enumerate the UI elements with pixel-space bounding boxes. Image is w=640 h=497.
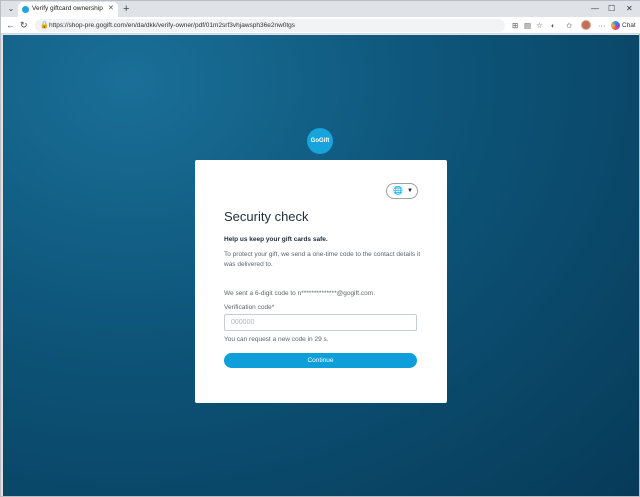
more-menu-icon[interactable]: ··· [598,21,606,30]
tab-verify-giftcard[interactable]: Verify giftcard ownership ✕ [18,2,118,17]
new-tab-icon[interactable]: + [123,3,129,15]
app-available-icon[interactable]: ⊞ [512,21,518,30]
favorites-icon[interactable]: ✩ [566,21,572,30]
favicon-icon [22,6,29,13]
page-background: GoGift 🌐 ▼ Security check Help us keep y… [3,35,639,496]
close-tab-icon[interactable]: ✕ [108,5,114,13]
lock-icon: 🔒 [40,22,49,29]
minimize-icon[interactable]: — [591,3,599,15]
maximize-icon[interactable]: ☐ [608,3,615,15]
favorite-icon[interactable]: ☆ [536,21,543,30]
refresh-icon[interactable]: ↻ [20,20,28,31]
security-check-card: 🌐 ▼ Security check Help us keep your gif… [195,160,447,403]
back-icon[interactable]: ← [6,20,15,31]
tab-actions-icon[interactable]: ⌄ [5,4,17,14]
code-sent-message: We sent a 6-digit code to n*************… [224,290,376,297]
browser-window: ⌄ Verify giftcard ownership ✕ + — ☐ ✕ ← … [0,0,640,497]
extensions-icon[interactable]: ◐ [551,21,556,30]
language-selector[interactable]: 🌐 ▼ [386,183,418,199]
resend-timer-message: You can request a new code in 29 s. [224,336,329,343]
globe-icon: 🌐 [393,186,403,195]
address-bar[interactable]: 🔒 https://shop-pre.gogift.com/en/da/dkk/… [35,19,505,32]
continue-button[interactable]: Continue [224,353,417,368]
browser-toolbar: ← ↻ 🔒 https://shop-pre.gogift.com/en/da/… [1,17,640,34]
copilot-icon[interactable] [611,21,620,30]
description: To protect your gift, we send a one-time… [224,251,421,268]
profile-avatar[interactable] [581,20,591,30]
chat-label[interactable]: Chat [622,21,636,30]
close-window-icon[interactable]: ✕ [626,3,633,15]
verification-code-label: Verification code* [224,304,275,311]
verification-code-input[interactable] [224,314,417,331]
page-title: Security check [224,209,309,224]
subtitle: Help us keep your gift cards safe. [224,236,328,243]
gogift-logo: GoGift [307,128,333,154]
chevron-down-icon: ▼ [407,188,413,194]
reader-mode-icon[interactable]: ▤ [524,21,531,30]
tab-title: Verify giftcard ownership [32,5,103,12]
tab-bar: ⌄ Verify giftcard ownership ✕ + — ☐ ✕ [1,1,640,17]
url-text: https://shop-pre.gogift.com/en/da/dkk/ve… [49,22,296,29]
